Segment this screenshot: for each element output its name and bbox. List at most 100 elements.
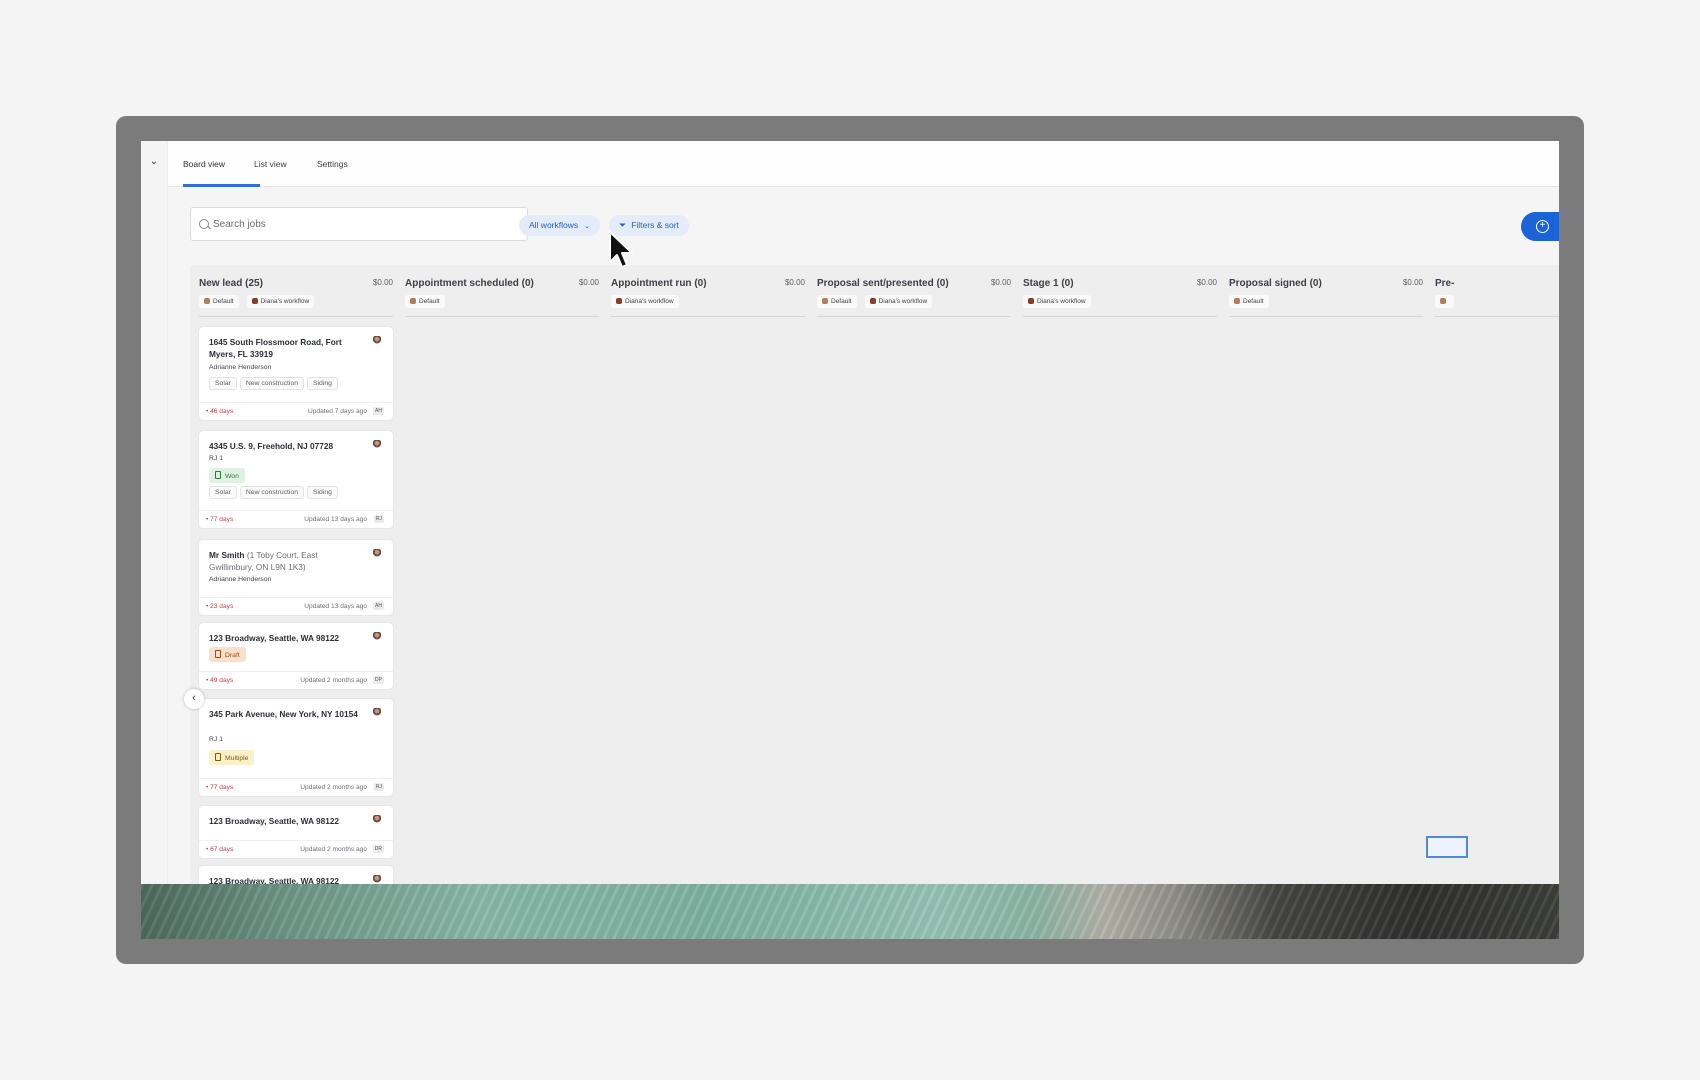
chevron-down-icon: ⌄	[584, 223, 590, 230]
job-trades: Solar New construction Siding	[209, 377, 338, 390]
status-badge: Multiple	[209, 750, 255, 765]
background-photo	[141, 884, 1559, 939]
column-proposal-signed: Proposal signed (0) $0.00 Default	[1220, 265, 1432, 885]
job-card[interactable]: 1645 South Flossmoor Road, Fort Myers, F…	[199, 327, 393, 420]
tab-list-view[interactable]: List view	[254, 159, 287, 169]
assignee-avatar	[373, 632, 381, 641]
create-job-button[interactable]: +	[1521, 212, 1559, 241]
job-contact: Adrianne Henderson	[209, 364, 272, 371]
job-address: 1645 South Flossmoor Road, Fort Myers, F…	[209, 337, 342, 359]
updated-text: Updated 13 days ago	[304, 603, 367, 610]
assignee-initials: DR	[372, 845, 384, 853]
assignee-initials: RJ	[373, 515, 384, 523]
scroll-minimap[interactable]	[1426, 836, 1468, 858]
column-workflow-tags: Diana's workflow	[1023, 295, 1091, 308]
search-input[interactable]: Search jobs	[190, 207, 528, 241]
assignee-initials: AH	[373, 407, 384, 415]
column-stage-1: Stage 1 (0) $0.00 Diana's workflow	[1014, 265, 1226, 885]
trade-chip: Siding	[307, 377, 338, 390]
column-title: Appointment scheduled (0)	[405, 278, 534, 289]
search-icon	[199, 219, 209, 229]
column-title: New lead (25)	[199, 278, 263, 289]
trade-chip: New construction	[239, 486, 305, 499]
app-screen: ⌄ Board view List view Settings Search j…	[141, 141, 1559, 885]
workflow-icon	[616, 298, 622, 304]
workflow-tag: Diana's workflow	[1023, 295, 1091, 308]
job-card[interactable]: 4345 U.S. 9, Freehold, NJ 07728 RJ 1 Won…	[199, 431, 393, 528]
days-in-stage: • 23 days	[206, 603, 234, 610]
workflow-icon	[410, 298, 416, 304]
workflow-tag: Diana's workflow	[246, 295, 315, 308]
filters-label: Filters & sort	[631, 220, 679, 230]
job-contact: RJ 1	[209, 736, 223, 743]
job-card[interactable]: 345 Park Avenue, New York, NY 10154 RJ 1…	[199, 699, 393, 796]
column-divider	[1229, 316, 1423, 317]
tab-board-view[interactable]: Board view	[183, 159, 225, 169]
column-title: Appointment run (0)	[611, 278, 707, 289]
column-workflow-tags: Default Diana's workflow	[199, 295, 315, 308]
card-footer: • 23 days Updated 13 days ago AH	[199, 597, 393, 615]
assignee-avatar	[373, 815, 381, 824]
tab-settings[interactable]: Settings	[317, 159, 348, 169]
workflow-icon	[1028, 298, 1034, 304]
column-amount: $0.00	[784, 278, 805, 287]
days-in-stage: • 46 days	[206, 408, 234, 415]
job-card[interactable]: 123 Broadway, Seattle, WA 98122 • 67 day…	[199, 806, 393, 858]
status-label: Won	[225, 473, 239, 480]
workflow-tag: Diana's workflow	[864, 295, 933, 308]
document-icon	[215, 471, 221, 479]
column-divider	[405, 316, 599, 317]
left-rail: ⌄	[141, 141, 168, 885]
workflow-icon	[1440, 298, 1446, 304]
workflow-tag-label: Default	[213, 298, 234, 305]
workflow-icon	[1234, 298, 1240, 304]
column-title: Stage 1 (0)	[1023, 278, 1074, 289]
job-card[interactable]: Mr Smith (1 Toby Court, East Gwillimbury…	[199, 540, 393, 615]
job-address: Mr Smith (1 Toby Court, East Gwillimbury…	[209, 549, 359, 573]
search-placeholder: Search jobs	[213, 219, 266, 230]
workflows-dropdown[interactable]: All workflows ⌄	[519, 215, 600, 236]
column-title: Proposal sent/presented (0)	[817, 278, 949, 289]
job-address: 4345 U.S. 9, Freehold, NJ 07728	[209, 441, 334, 451]
status-label: Multiple	[225, 755, 249, 762]
column-divider	[611, 316, 805, 317]
workflow-icon	[869, 298, 876, 304]
column-workflow-tags: Default	[1229, 295, 1269, 308]
chevron-down-icon[interactable]: ⌄	[147, 155, 161, 169]
column-divider	[199, 316, 393, 317]
document-icon	[215, 650, 221, 658]
status-label: Draft	[225, 652, 240, 659]
job-trades: Solar New construction Siding	[209, 486, 338, 499]
job-card[interactable]: 123 Broadway, Seattle, WA 98122 Draft • …	[199, 623, 393, 689]
card-footer: • 67 days Updated 2 months ago DR	[199, 840, 393, 858]
workflow-tag: Default	[1229, 295, 1269, 308]
card-footer: • 46 days Updated 7 days ago AH	[199, 402, 393, 420]
updated-text: Updated 2 months ago	[300, 784, 367, 791]
job-address: 345 Park Avenue, New York, NY 10154	[209, 709, 358, 719]
workflow-tag-label: Default	[831, 298, 852, 305]
column-title: Proposal signed (0)	[1229, 278, 1322, 289]
trade-chip: Siding	[307, 486, 338, 499]
mouse-cursor-icon	[609, 231, 633, 268]
column-workflow-tags: Diana's workflow	[611, 295, 679, 308]
card-footer: • 77 days Updated 2 months ago RJ	[199, 778, 393, 796]
trade-chip: Solar	[209, 486, 237, 499]
workflow-tag-label: Diana's workflow	[260, 298, 310, 305]
job-contact: RJ 1	[209, 455, 223, 462]
column-workflow-tags: Default Diana's workflow	[817, 295, 933, 308]
column-amount: $0.00	[1196, 278, 1217, 287]
updated-text: Updated 13 days ago	[304, 516, 367, 523]
column-proposal-sent: Proposal sent/presented (0) $0.00 Defaul…	[808, 265, 1020, 885]
column-appointment-scheduled: Appointment scheduled (0) $0.00 Default	[396, 265, 608, 885]
workflow-tag: Default	[817, 295, 857, 308]
workflow-icon	[822, 298, 828, 304]
updated-text: Updated 7 days ago	[307, 408, 367, 415]
chevron-left-icon[interactable]: ‹	[184, 689, 204, 709]
job-card[interactable]: 123 Broadway, Seattle, WA 98122	[199, 866, 393, 885]
workflow-tag: Diana's workflow	[611, 295, 679, 308]
days-in-stage: • 49 days	[206, 677, 234, 684]
days-in-stage: • 67 days	[206, 846, 234, 853]
assignee-avatar	[373, 336, 381, 345]
assignee-avatar	[373, 440, 381, 449]
workflow-tag-label: Diana's workflow	[625, 298, 674, 305]
